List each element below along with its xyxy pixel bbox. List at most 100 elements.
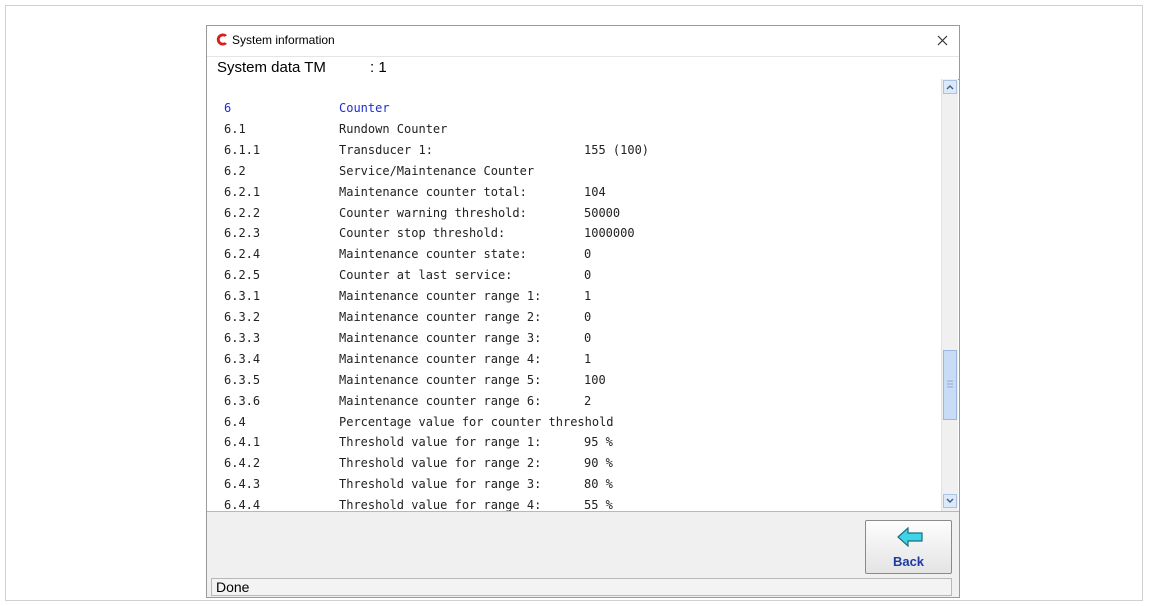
header-label: System data TM <box>217 59 326 76</box>
info-row: 6.2.4 Maintenance counter state: 0 <box>207 244 941 264</box>
row-value: 1 <box>584 289 592 304</box>
row-number: 6.2.3 <box>224 226 261 241</box>
row-value: 1000000 <box>584 226 635 241</box>
row-number: 6.3.6 <box>224 393 261 408</box>
info-row: 6.4.1 Threshold value for range 1: 95 % <box>207 432 941 452</box>
row-value: 55 % <box>584 498 613 511</box>
row-number: 6.4.4 <box>224 498 261 511</box>
arrow-left-icon <box>897 527 923 547</box>
row-label: Threshold value for range 4: <box>339 498 542 511</box>
row-number: 6.4.2 <box>224 456 261 471</box>
row-number: 6.3.1 <box>224 289 261 304</box>
row-value: 2 <box>584 393 592 408</box>
row-value: 0 <box>584 310 592 324</box>
row-label: Maintenance counter state: <box>339 247 527 262</box>
scroll-thumb[interactable] <box>943 350 957 420</box>
app-logo-icon <box>216 33 227 46</box>
row-label: Counter warning threshold: <box>339 205 527 220</box>
button-panel: Back <box>207 511 959 578</box>
info-row: 6.4.2 Threshold value for range 2: 90 % <box>207 453 941 473</box>
info-row: 6.2 Service/Maintenance Counter <box>207 161 941 181</box>
system-information-dialog: System information System data TM : 1 6 C… <box>206 25 960 598</box>
info-row: 6.3.5 Maintenance counter range 5: 100 <box>207 370 941 390</box>
row-label: Threshold value for range 2: <box>339 456 542 471</box>
row-number: 6.1.1 <box>224 142 261 157</box>
window-title: System information <box>232 33 335 47</box>
row-label: Maintenance counter range 3: <box>339 330 542 345</box>
chevron-down-icon <box>946 498 954 503</box>
info-row: 6.1.1 Transducer 1: 155 (100) <box>207 140 941 160</box>
row-label: Counter <box>339 101 390 115</box>
row-number: 6.3.2 <box>224 310 261 324</box>
info-row: 6.1 Rundown Counter <box>207 119 941 139</box>
row-label: Maintenance counter total: <box>339 184 527 199</box>
info-row: 6.4 Percentage value for counter threshol… <box>207 412 941 432</box>
row-label: Maintenance counter range 4: <box>339 351 542 366</box>
row-label: Maintenance counter range 5: <box>339 372 542 387</box>
info-row: 6.4.3 Threshold value for range 3: 80 % <box>207 474 941 494</box>
row-value: 90 % <box>584 456 613 471</box>
info-row: 6.2.5 Counter at last service: 0 <box>207 265 941 285</box>
row-label: Threshold value for range 3: <box>339 477 542 492</box>
back-button-label: Back <box>892 554 925 569</box>
row-number: 6.2.2 <box>224 205 261 220</box>
row-value: 0 <box>584 268 592 283</box>
back-button[interactable]: Back <box>865 520 952 574</box>
row-label: Service/Maintenance Counter <box>339 163 535 178</box>
row-number: 6.4.1 <box>224 435 261 450</box>
row-label: Percentage value for counter threshold <box>339 414 614 429</box>
close-icon <box>937 35 947 46</box>
row-number: 6.2.4 <box>224 247 261 262</box>
info-row: 6.2.3 Counter stop threshold: 1000000 <box>207 223 941 243</box>
screenshot-frame: System information System data TM : 1 6 C… <box>5 5 1143 601</box>
section-heading-row: 6 Counter <box>207 98 941 118</box>
row-number: 6.2.1 <box>224 184 261 199</box>
row-label: Maintenance counter range 2: <box>339 310 542 324</box>
info-list[interactable]: 6 Counter 6.1 Rundown Counter 6.1.1 Transduce… <box>207 79 941 511</box>
info-row: 6.3.2 Maintenance counter range 2: 0 <box>207 307 941 327</box>
row-number: 6.3.3 <box>224 330 261 345</box>
row-number: 6.1 <box>224 121 246 136</box>
info-row: 6.3.4 Maintenance counter range 4: 1 <box>207 349 941 369</box>
row-number: 6.3.4 <box>224 351 261 366</box>
row-number: 6.3.5 <box>224 372 261 387</box>
info-row: 6.3.3 Maintenance counter range 3: 0 <box>207 328 941 348</box>
row-number: 6.2.5 <box>224 268 261 283</box>
row-label: Transducer 1: <box>339 142 433 157</box>
row-value: 0 <box>584 330 592 345</box>
header-value: : 1 <box>370 59 387 76</box>
row-label: Counter at last service: <box>339 268 513 283</box>
title-bar: System information <box>207 26 959 55</box>
row-value: 155 (100) <box>584 142 650 157</box>
info-row: 6.2.2 Counter warning threshold: 50000 <box>207 203 941 223</box>
info-row: 6.2.1 Maintenance counter total: 104 <box>207 182 941 202</box>
row-label: Threshold value for range 1: <box>339 435 542 450</box>
row-number: 6.2 <box>224 163 246 178</box>
row-number: 6 <box>224 101 232 115</box>
system-data-header: System data TM : 1 <box>207 56 959 80</box>
info-row: 6.3.1 Maintenance counter range 1: 1 <box>207 286 941 306</box>
row-label: Counter stop threshold: <box>339 226 506 241</box>
row-number: 6.4.3 <box>224 477 261 492</box>
scroll-down-button[interactable] <box>943 494 957 508</box>
row-value: 80 % <box>584 477 613 492</box>
vertical-scrollbar[interactable] <box>941 79 958 511</box>
status-bar: Done <box>207 577 959 597</box>
info-row: 6.3.6 Maintenance counter range 6: 2 <box>207 391 941 411</box>
row-number: 6.4 <box>224 414 246 429</box>
row-value: 100 <box>584 372 606 387</box>
close-button[interactable] <box>925 26 959 55</box>
row-value: 95 % <box>584 435 613 450</box>
chevron-up-icon <box>946 85 954 90</box>
row-value: 1 <box>584 351 592 366</box>
status-text: Done <box>216 579 250 595</box>
row-value: 104 <box>584 184 606 199</box>
scroll-up-button[interactable] <box>943 80 957 94</box>
row-label: Maintenance counter range 1: <box>339 289 542 304</box>
row-value: 0 <box>584 247 592 262</box>
row-label: Maintenance counter range 6: <box>339 393 542 408</box>
row-label: Rundown Counter <box>339 121 448 136</box>
row-value: 50000 <box>584 205 621 220</box>
status-field: Done <box>211 578 952 596</box>
grip-icon <box>947 380 953 388</box>
